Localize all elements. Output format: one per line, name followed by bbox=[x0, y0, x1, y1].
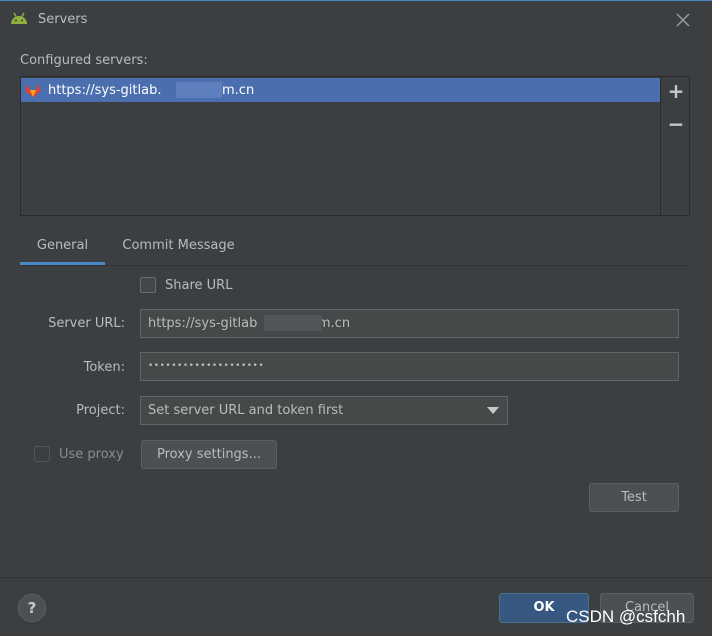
redacted-region bbox=[176, 82, 222, 98]
use-proxy-label: Use proxy bbox=[59, 447, 124, 462]
project-dropdown[interactable]: Set server URL and token first bbox=[140, 396, 508, 425]
tab-general[interactable]: General bbox=[20, 237, 105, 265]
title-bar: Servers bbox=[0, 1, 712, 37]
watermark: CSDN @csfchh bbox=[566, 607, 686, 626]
server-url-label: Server URL: bbox=[48, 316, 125, 331]
gitlab-icon bbox=[25, 83, 41, 97]
active-tab-indicator bbox=[20, 262, 105, 265]
close-icon[interactable] bbox=[673, 10, 693, 30]
token-label: Token: bbox=[83, 360, 125, 375]
token-input[interactable]: •••••••••••••••••••• bbox=[140, 352, 679, 381]
test-button[interactable]: Test bbox=[589, 483, 679, 512]
redacted-region bbox=[264, 315, 322, 331]
tab-commit-message[interactable]: Commit Message bbox=[106, 237, 251, 265]
tab-commit-message-label: Commit Message bbox=[122, 238, 235, 253]
share-url-label: Share URL bbox=[165, 278, 233, 293]
remove-server-button[interactable]: − bbox=[666, 113, 686, 135]
android-icon bbox=[9, 10, 29, 26]
configured-servers-label: Configured servers: bbox=[20, 53, 148, 68]
use-proxy-checkbox[interactable] bbox=[34, 446, 50, 462]
chevron-down-icon[interactable] bbox=[487, 407, 499, 414]
server-url-list-label: https://sys-gitlab. .com.cn bbox=[48, 83, 255, 98]
tab-general-label: General bbox=[36, 238, 89, 253]
list-toolbar-divider bbox=[660, 77, 661, 215]
proxy-settings-button[interactable]: Proxy settings... bbox=[141, 440, 277, 469]
help-button[interactable]: ? bbox=[18, 594, 46, 622]
project-label: Project: bbox=[76, 403, 125, 418]
window-title: Servers bbox=[38, 12, 88, 27]
server-url-input[interactable]: https://sys-gitlab .com.cn bbox=[140, 309, 679, 338]
share-url-checkbox[interactable] bbox=[140, 277, 156, 293]
tab-bar-divider bbox=[20, 265, 690, 266]
add-server-button[interactable]: + bbox=[666, 80, 686, 102]
